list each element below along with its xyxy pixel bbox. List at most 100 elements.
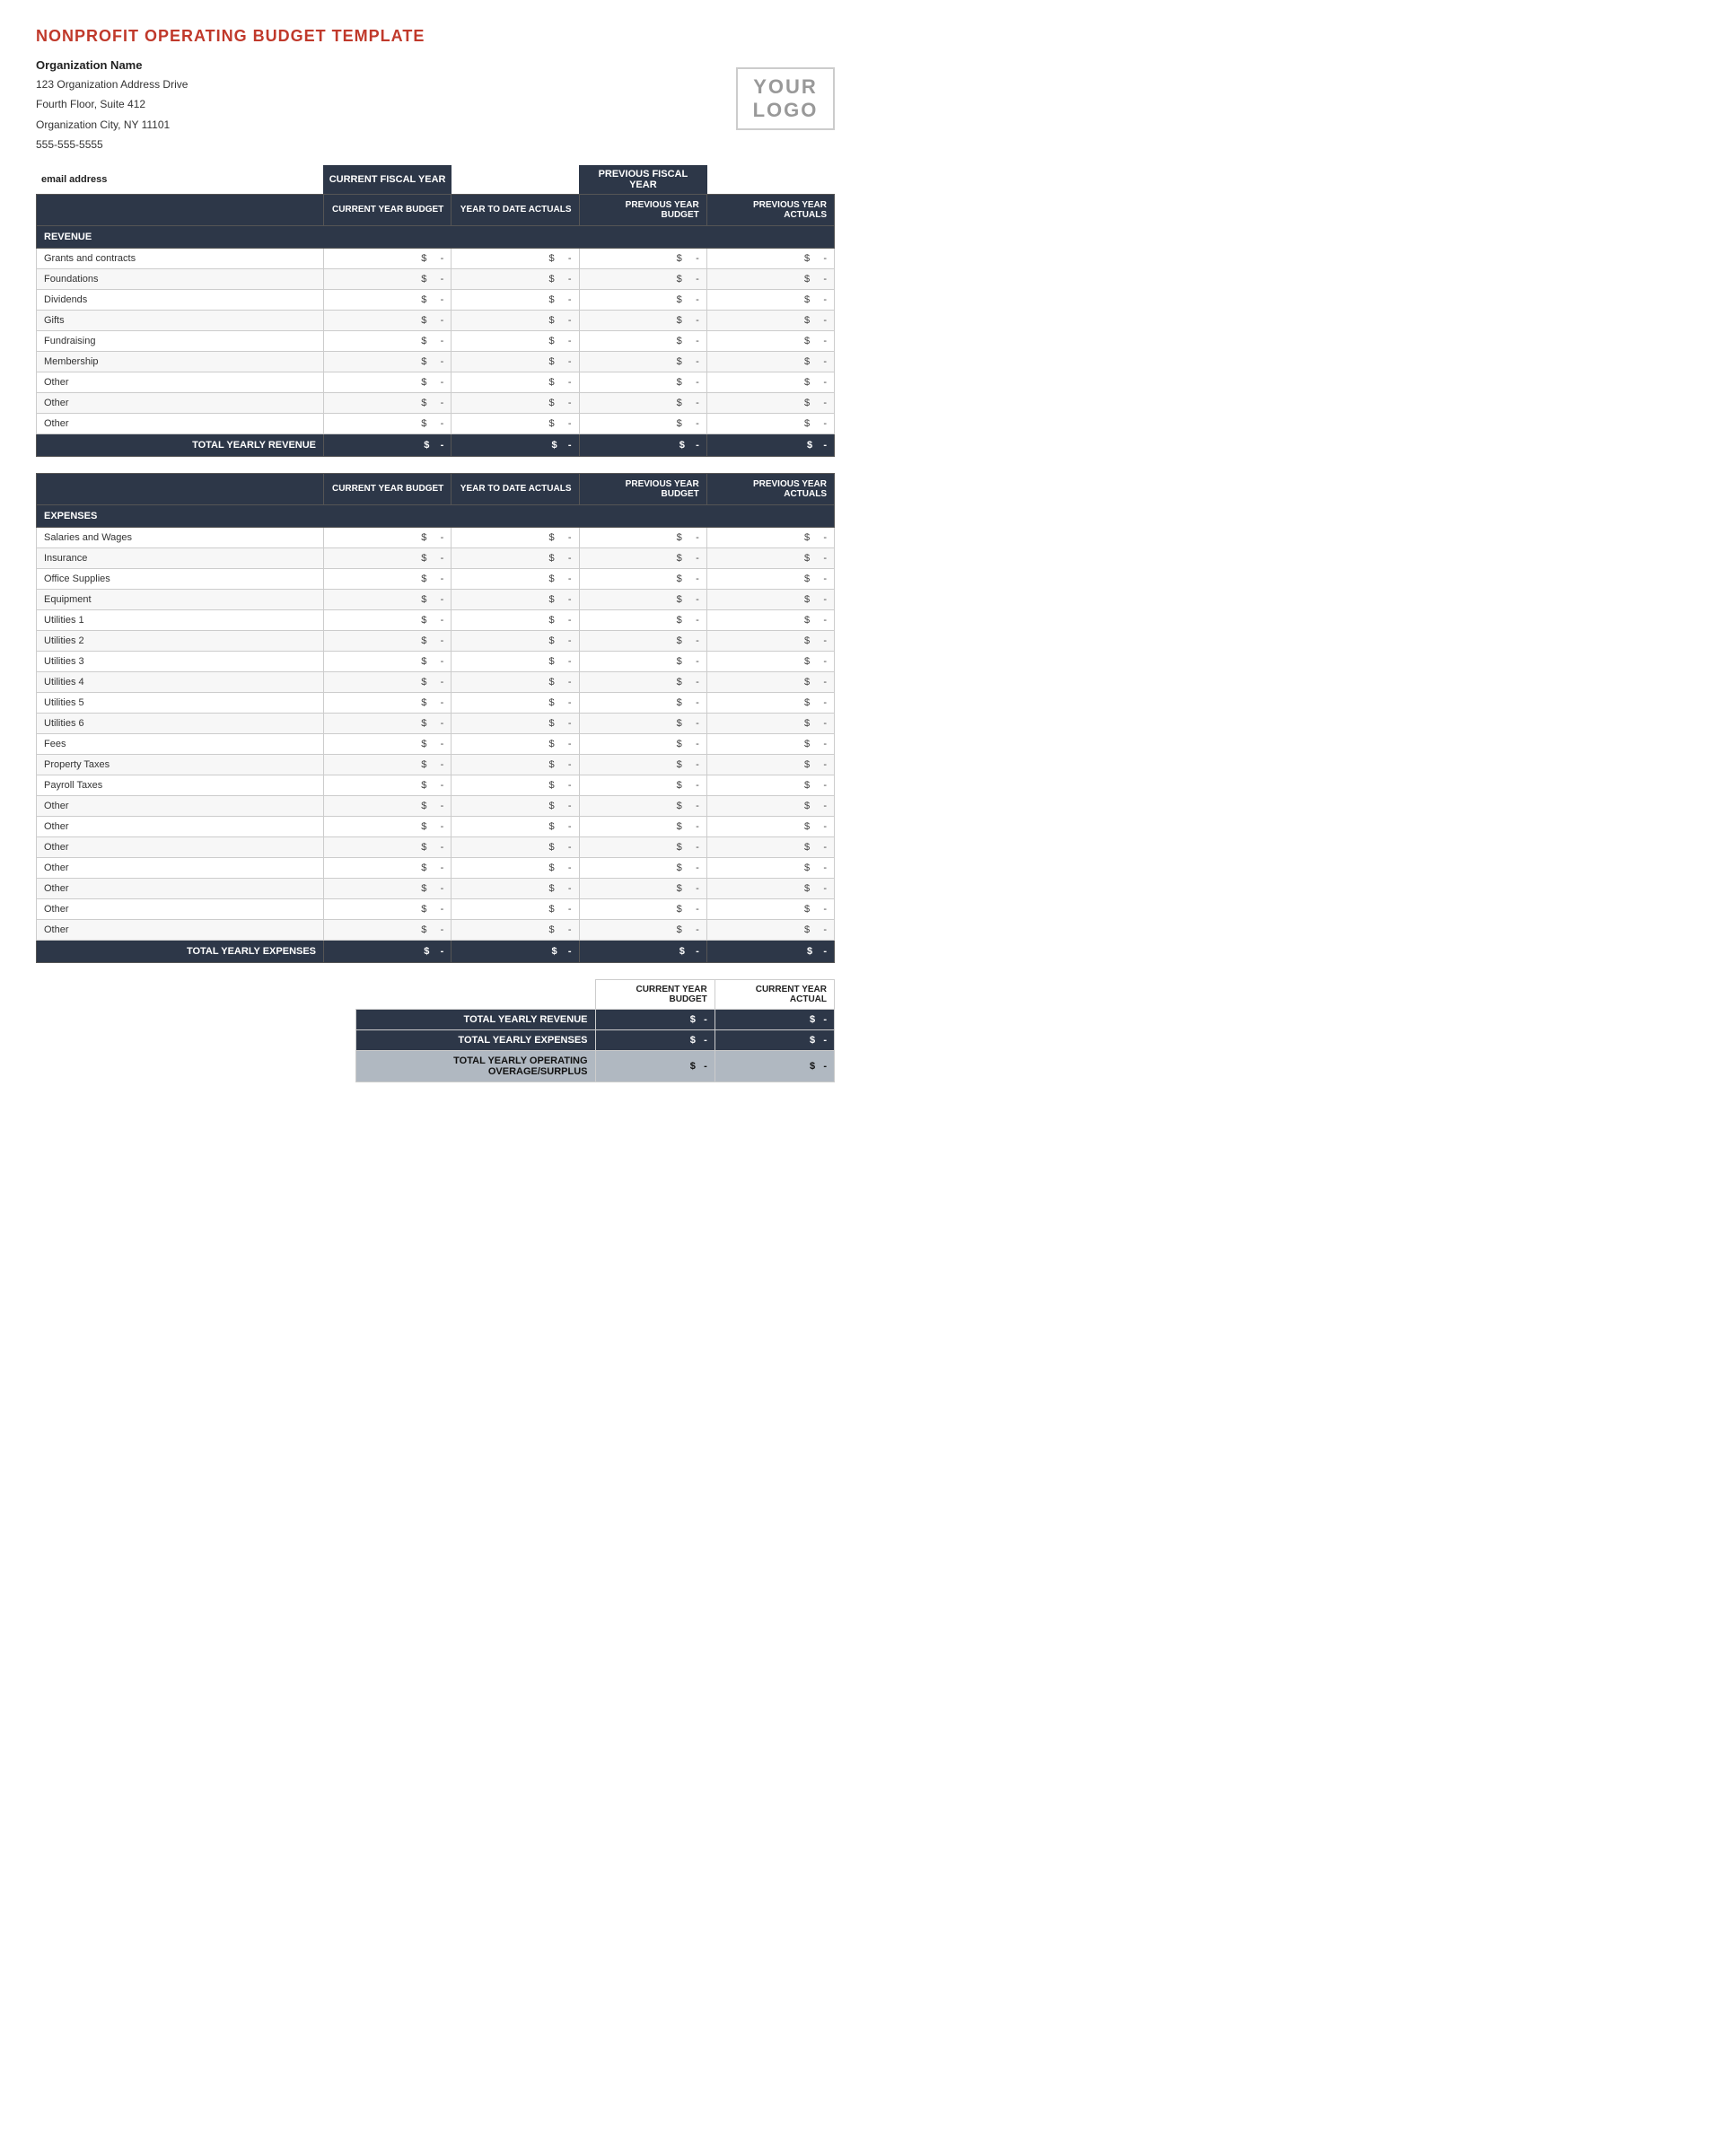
expense-item-cur-budget: $ - [324,589,452,609]
expense-item-prev-actuals: $ - [706,816,834,836]
expense-item-label: Other [37,857,324,878]
revenue-item-ytd: $ - [452,351,579,372]
revenue-item-ytd: $ - [452,372,579,392]
expenses-total-ytd: $ - [452,940,579,962]
expense-item-ytd: $ - [452,609,579,630]
expense-item-prev-budget: $ - [579,733,706,754]
revenue-item-prev-actuals: $ - [706,310,834,330]
revenue-item-prev-budget: $ - [579,392,706,413]
revenue-item-cur-budget: $ - [324,392,452,413]
revenue-item-label: Fundraising [37,330,324,351]
expense-item-prev-actuals: $ - [706,589,834,609]
revenue-row: Other $ - $ - $ - $ - [37,392,835,413]
expense-item-ytd: $ - [452,919,579,940]
expenses-table: CURRENT YEAR BUDGET YEAR TO DATE ACTUALS… [36,473,835,963]
expense-item-label: Equipment [37,589,324,609]
expense-item-ytd: $ - [452,775,579,795]
expense-item-ytd: $ - [452,547,579,568]
revenue-row: Gifts $ - $ - $ - $ - [37,310,835,330]
expense-item-ytd: $ - [452,816,579,836]
expense-row: Other $ - $ - $ - $ - [37,898,835,919]
expense-row: Other $ - $ - $ - $ - [37,795,835,816]
expense-item-prev-actuals: $ - [706,692,834,713]
expense-item-label: Utilities 4 [37,671,324,692]
expense-item-cur-budget: $ - [324,775,452,795]
col-header-category [37,194,324,225]
expense-item-cur-budget: $ - [324,527,452,547]
revenue-item-cur-budget: $ - [324,268,452,289]
expenses-total-cur-budget: $ - [324,940,452,962]
revenue-row: Other $ - $ - $ - $ - [37,413,835,434]
revenue-item-prev-actuals: $ - [706,351,834,372]
expense-item-label: Other [37,795,324,816]
revenue-item-prev-actuals: $ - [706,413,834,434]
expense-row: Other $ - $ - $ - $ - [37,878,835,898]
revenue-row: Dividends $ - $ - $ - $ - [37,289,835,310]
revenue-item-label: Other [37,392,324,413]
expense-item-cur-budget: $ - [324,609,452,630]
expense-item-ytd: $ - [452,651,579,671]
summary-expenses-actual: $ - [715,1029,834,1050]
summary-header-budget: CURRENT YEAR BUDGET [595,979,715,1009]
org-phone: 555-555-5555 [36,136,188,153]
summary-header-actual: CURRENT YEAR ACTUAL [715,979,834,1009]
expense-row: Fees $ - $ - $ - $ - [37,733,835,754]
expense-item-prev-budget: $ - [579,568,706,589]
expense-item-prev-actuals: $ - [706,671,834,692]
revenue-item-cur-budget: $ - [324,351,452,372]
expense-item-ytd: $ - [452,898,579,919]
expense-row: Utilities 1 $ - $ - $ - $ - [37,609,835,630]
revenue-item-label: Dividends [37,289,324,310]
revenue-item-ytd: $ - [452,268,579,289]
revenue-row: Foundations $ - $ - $ - $ - [37,268,835,289]
expense-item-prev-budget: $ - [579,836,706,857]
summary-expenses-label: TOTAL YEARLY EXPENSES [356,1029,596,1050]
expense-row: Other $ - $ - $ - $ - [37,857,835,878]
expense-row: Other $ - $ - $ - $ - [37,816,835,836]
expense-item-prev-budget: $ - [579,609,706,630]
revenue-total-prev-actuals: $ - [706,434,834,456]
revenue-item-ytd: $ - [452,413,579,434]
summary-revenue-label: TOTAL YEARLY REVENUE [356,1009,596,1029]
expense-item-prev-budget: $ - [579,527,706,547]
expense-item-ytd: $ - [452,589,579,609]
revenue-item-label: Other [37,372,324,392]
expense-item-prev-budget: $ - [579,816,706,836]
expense-item-cur-budget: $ - [324,692,452,713]
revenue-table: CURRENT YEAR BUDGET YEAR TO DATE ACTUALS… [36,194,835,457]
col-header-ytd: YEAR TO DATE ACTUALS [452,194,579,225]
col-header-prev-actuals: PREVIOUS YEAR ACTUALS [706,194,834,225]
expense-item-label: Other [37,878,324,898]
expense-item-ytd: $ - [452,878,579,898]
expenses-total-row: TOTAL YEARLY EXPENSES $ - $ - $ - $ - [37,940,835,962]
expense-row: Office Supplies $ - $ - $ - $ - [37,568,835,589]
expense-item-cur-budget: $ - [324,630,452,651]
exp-col-header-ytd: YEAR TO DATE ACTUALS [452,473,579,504]
revenue-item-label: Grants and contracts [37,248,324,268]
expense-item-ytd: $ - [452,713,579,733]
expense-item-cur-budget: $ - [324,713,452,733]
summary-surplus-actual: $ - [715,1050,834,1082]
expense-item-prev-budget: $ - [579,547,706,568]
revenue-row: Other $ - $ - $ - $ - [37,372,835,392]
revenue-item-prev-budget: $ - [579,351,706,372]
summary-revenue-actual: $ - [715,1009,834,1029]
fiscal-header-row: email address CURRENT FISCAL YEAR PREVIO… [36,165,835,194]
summary-header-empty [356,979,596,1009]
revenue-row: Membership $ - $ - $ - $ - [37,351,835,372]
page-title: NONPROFIT OPERATING BUDGET TEMPLATE [36,27,835,46]
org-address3: Organization City, NY 11101 [36,116,188,134]
expense-row: Other $ - $ - $ - $ - [37,836,835,857]
summary-expenses-budget: $ - [595,1029,715,1050]
expense-item-label: Insurance [37,547,324,568]
expense-item-prev-actuals: $ - [706,795,834,816]
expense-item-label: Utilities 2 [37,630,324,651]
revenue-row: Grants and contracts $ - $ - $ - $ - [37,248,835,268]
expense-row: Utilities 4 $ - $ - $ - $ - [37,671,835,692]
expense-item-prev-actuals: $ - [706,754,834,775]
revenue-item-cur-budget: $ - [324,310,452,330]
expense-item-label: Utilities 6 [37,713,324,733]
expense-item-cur-budget: $ - [324,651,452,671]
expense-item-ytd: $ - [452,671,579,692]
revenue-item-prev-actuals: $ - [706,392,834,413]
